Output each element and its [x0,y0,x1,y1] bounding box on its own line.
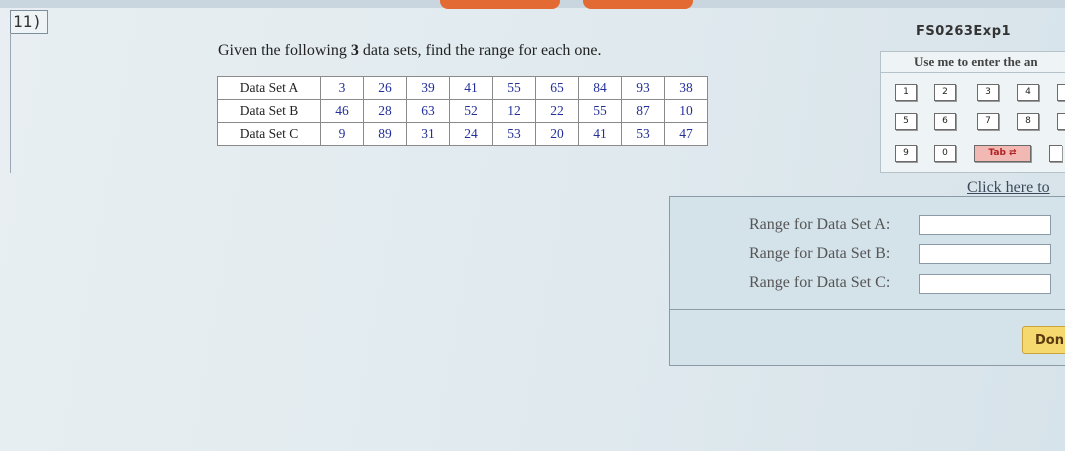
key-1[interactable]: 1 [895,84,917,101]
row-label: Data Set A [217,76,321,100]
table-cell: 93 [621,76,665,100]
key-9[interactable]: 9 [895,145,917,162]
tab-key[interactable]: Tab ⇄ [974,145,1031,162]
range-b-input[interactable] [919,244,1051,264]
panel-divider [670,309,1065,310]
prompt-text-after: data sets, find the range for each one. [358,42,602,59]
prompt-count: 3 [350,42,359,59]
key-partial-row1[interactable] [1057,84,1065,101]
table-cell: 41 [449,76,493,100]
entry-keypad: Use me to enter the an 1 2 3 4 5 6 7 8 9… [880,51,1065,173]
table-row-b: Data Set B 46 28 63 52 12 22 55 87 10 [217,99,708,123]
table-cell: 22 [535,99,579,123]
data-sets-table: Data Set A 3 26 39 41 55 65 84 93 38 Dat… [217,76,708,146]
key-partial-row3[interactable] [1049,145,1062,162]
table-cell: 55 [492,76,536,100]
key-3[interactable]: 3 [977,84,999,101]
table-cell: 38 [664,76,708,100]
table-cell: 84 [578,76,622,100]
table-cell: 46 [320,99,364,123]
table-cell: 47 [664,122,708,146]
table-cell: 53 [492,122,536,146]
range-a-input[interactable] [919,215,1051,235]
question-border [10,33,11,173]
table-cell: 65 [535,76,579,100]
table-cell: 55 [578,99,622,123]
key-8[interactable]: 8 [1017,113,1039,130]
key-7[interactable]: 7 [977,113,999,130]
key-0[interactable]: 0 [934,145,956,162]
prompt-text-before: Given the following [218,42,351,59]
table-cell: 10 [664,99,708,123]
table-cell: 3 [320,76,364,100]
range-a-label: Range for Data Set A: [749,216,891,233]
key-partial-row2[interactable] [1057,113,1065,130]
key-4[interactable]: 4 [1017,84,1039,101]
help-link[interactable]: Click here to [967,179,1050,197]
key-6[interactable]: 6 [934,113,956,130]
row-label: Data Set B [217,99,321,123]
key-5[interactable]: 5 [895,113,917,130]
table-cell: 24 [449,122,493,146]
keypad-code: FS0263Exp1 [916,24,1012,39]
done-button[interactable]: Don [1022,326,1065,354]
table-row-c: Data Set C 9 89 31 24 53 20 41 53 47 [217,122,708,146]
answer-panel: Range for Data Set A: Range for Data Set… [669,196,1065,366]
table-cell: 53 [621,122,665,146]
range-c-label: Range for Data Set C: [749,274,891,291]
question-number: 11) [10,10,48,34]
table-cell: 28 [363,99,407,123]
table-cell: 89 [363,122,407,146]
table-cell: 26 [363,76,407,100]
keypad-header: Use me to enter the an [881,52,1065,73]
table-cell: 87 [621,99,665,123]
table-cell: 12 [492,99,536,123]
row-label: Data Set C [217,122,321,146]
table-cell: 31 [406,122,450,146]
range-c-input[interactable] [919,274,1051,294]
table-cell: 20 [535,122,579,146]
top-nav-button-left[interactable] [440,0,560,9]
table-row-a: Data Set A 3 26 39 41 55 65 84 93 38 [217,76,708,100]
table-cell: 41 [578,122,622,146]
range-b-label: Range for Data Set B: [749,245,891,262]
key-2[interactable]: 2 [934,84,956,101]
table-cell: 52 [449,99,493,123]
table-cell: 9 [320,122,364,146]
question-prompt: Given the following 3 data sets, find th… [218,42,601,60]
top-nav-button-right[interactable] [583,0,693,9]
table-cell: 39 [406,76,450,100]
table-cell: 63 [406,99,450,123]
